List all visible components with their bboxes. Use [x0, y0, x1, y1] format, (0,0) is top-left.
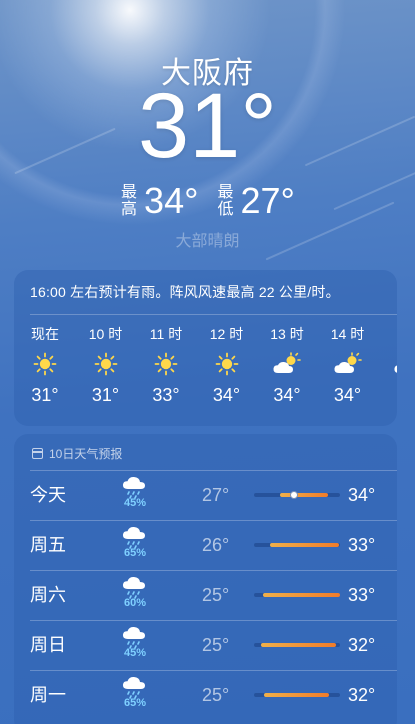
- low-label: 最低: [217, 184, 234, 218]
- low-temp: 25°: [202, 585, 230, 605]
- partly-cloudy-icon: [257, 344, 317, 384]
- hour-temp: 34°: [333, 385, 362, 405]
- forecast-row[interactable]: 周六 60% 25° 33°: [14, 570, 397, 620]
- hourly-summary: 16:00 左右预计有雨。阵风风速最高 22 公里/时。: [30, 284, 340, 300]
- temp-range-track: [254, 593, 340, 597]
- hour-temp: 34°: [273, 385, 301, 405]
- forecast-row[interactable]: 周五 65% 26° 33°: [14, 520, 397, 570]
- hour-item: 12 时 34°: [197, 324, 257, 406]
- forecast-row[interactable]: 今天 45% 27° 34°: [14, 470, 397, 520]
- hour-label: 现在: [31, 326, 59, 342]
- low-value: 27°: [240, 180, 295, 221]
- partly-cloudy-icon: [378, 344, 397, 384]
- hour-temp: 31°: [31, 385, 59, 405]
- forecast-title: 10日天气预报: [49, 447, 123, 461]
- temp-range-track: [254, 693, 340, 697]
- low-temp-group: 最低 27°: [217, 180, 295, 222]
- day-label: 周日: [30, 635, 66, 655]
- hour-item: 14 时 34°: [318, 324, 378, 406]
- condition-text: 大部晴朗: [175, 233, 240, 250]
- current-temperature: 31°: [137, 75, 278, 177]
- rain-cloud-icon: [121, 574, 149, 599]
- hour-item: 10 时 31°: [76, 324, 136, 406]
- temp-range-track: [254, 643, 340, 647]
- hour-label: 12 时: [209, 326, 244, 342]
- temp-range-bar: [279, 493, 328, 497]
- forecast-row[interactable]: 周一 65% 25° 32°: [14, 670, 397, 720]
- low-temp: 25°: [202, 635, 230, 655]
- partly-cloudy-icon: [318, 344, 378, 384]
- weather-icon-group: 65%: [118, 524, 152, 559]
- rain-cloud-icon: [121, 524, 149, 549]
- temp-range-bar: [260, 643, 336, 647]
- sun-icon: [15, 344, 75, 384]
- temp-range-track: [254, 491, 340, 499]
- rain-cloud-icon: [121, 474, 149, 499]
- high-low-summary: 最高 34° 最低 27°: [0, 180, 415, 222]
- hour-temp: 31°: [91, 385, 120, 405]
- divider: [30, 314, 397, 315]
- temp-range-bar: [264, 693, 329, 697]
- low-temp: 25°: [202, 685, 230, 705]
- high-temp: 33°: [348, 535, 376, 555]
- hour-label: 13 时: [270, 326, 304, 342]
- hour-item: 11 时 33°: [136, 324, 196, 406]
- current-temp-marker: [290, 491, 299, 499]
- hour-label: 11 时: [149, 326, 183, 342]
- sun-icon: [197, 344, 257, 384]
- hour-item: 现在 31°: [15, 324, 75, 406]
- hourly-forecast-card[interactable]: 16:00 左右预计有雨。阵风风速最高 22 公里/时。 现在 31° 10 时 31…: [14, 270, 397, 426]
- hour-temp: 33°: [152, 385, 180, 405]
- hour-item: 13 时 34°: [257, 324, 317, 406]
- sun-icon: [76, 344, 136, 384]
- high-temp-group: 最高 34°: [120, 180, 198, 222]
- forecast-row[interactable]: 周日 45% 25° 32°: [14, 620, 397, 670]
- hour-item: 13: [378, 324, 397, 406]
- ten-day-forecast-card[interactable]: 10日天气预报 今天 45% 27° 34° 周五 65% 26° 33° 周六 60% 25° 33…: [14, 434, 397, 724]
- high-temp: 32°: [348, 685, 376, 705]
- high-temp: 34°: [348, 485, 376, 505]
- low-temp: 27°: [202, 485, 230, 505]
- day-label: 周五: [30, 535, 66, 555]
- low-temp: 26°: [202, 535, 230, 555]
- weather-icon-group: 45%: [118, 474, 152, 509]
- weather-icon-group: 60%: [118, 574, 152, 609]
- hour-temp: 34°: [212, 385, 241, 405]
- temp-range-bar: [263, 593, 340, 597]
- rain-cloud-icon: [121, 674, 149, 699]
- high-value: 34°: [144, 180, 199, 221]
- weather-icon-group: 45%: [118, 624, 152, 659]
- hour-label: 10 时: [88, 326, 123, 342]
- sun-icon: [136, 344, 196, 384]
- high-label: 最高: [121, 184, 138, 218]
- day-label: 今天: [30, 485, 66, 505]
- high-temp: 33°: [348, 585, 376, 605]
- day-label: 周一: [30, 685, 66, 705]
- hour-label: 1: [378, 324, 397, 344]
- calendar-icon: [32, 448, 43, 459]
- hour-label: 14 时: [330, 326, 365, 342]
- temp-range-bar: [270, 543, 340, 547]
- temp-range-track: [254, 543, 340, 547]
- high-temp: 32°: [348, 635, 376, 655]
- forecast-header: 10日天气预报: [32, 445, 122, 462]
- hour-temp: 3: [378, 384, 397, 406]
- day-label: 周六: [30, 585, 66, 605]
- rain-cloud-icon: [121, 624, 149, 649]
- hourly-scroll[interactable]: 现在 31° 10 时 31° 11 时 33° 12 时 34° 13 时 34° 14 时 34°…: [14, 324, 397, 424]
- weather-icon-group: 65%: [118, 674, 152, 709]
